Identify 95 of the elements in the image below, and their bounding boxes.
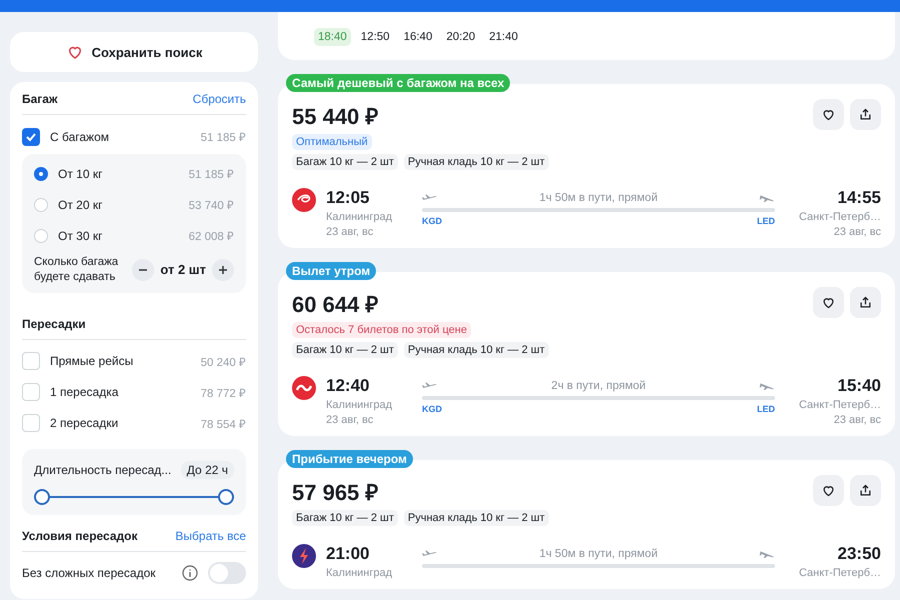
airport-code: LED (757, 216, 775, 226)
favorite-button[interactable] (813, 98, 844, 130)
ticket-badge: Прибытие вечером (286, 450, 413, 468)
baggage-tag: Багаж 10 кг — 2 шт (292, 510, 398, 526)
baggage-tag: Багаж 10 кг — 2 шт (292, 154, 398, 170)
baggage-count-label: Сколько багажа будете сдавать (34, 255, 120, 285)
info-icon[interactable] (182, 565, 198, 582)
airline-logo-icon (292, 188, 316, 212)
departure-time-option[interactable]: 20:20 (442, 28, 480, 46)
departure-time: 12:40 (326, 376, 370, 396)
departure-time: 12:05 (326, 188, 370, 208)
radio-button[interactable] (34, 166, 48, 180)
ticket-badge: Самый дешевый с багажом на всех (286, 74, 510, 92)
share-icon (858, 482, 873, 498)
favorite-button[interactable] (813, 286, 844, 318)
checkmark-icon (25, 130, 37, 142)
share-icon (858, 294, 873, 310)
departure-time-option[interactable]: 12:50 (356, 28, 394, 46)
arrival-city: Санкт-Петерб… (798, 567, 881, 579)
baggage-count: от 2 шт (160, 262, 206, 278)
share-icon (858, 106, 873, 122)
departure-time-option[interactable]: 21:40 (485, 28, 522, 46)
favorite-button[interactable] (813, 474, 844, 506)
section-title: Условия пересадок (22, 528, 138, 543)
arrival-time: 23:50 (838, 544, 881, 564)
save-search-button[interactable]: Сохранить поиск (10, 32, 258, 72)
share-button[interactable] (850, 286, 881, 318)
toggle-switch[interactable] (208, 562, 246, 584)
flight-duration: 1ч 50м в пути, прямой (539, 192, 658, 204)
airport-code: LED (757, 404, 775, 414)
departure-date: 23 авг, вс (326, 414, 374, 426)
airline-logo-icon (292, 544, 316, 568)
airport-code: KGD (422, 404, 442, 414)
plus-icon (217, 264, 229, 276)
option-label: 1 пересадка (50, 385, 120, 400)
option-label: 2 пересадки (50, 416, 120, 430)
airport-code: KGD (422, 216, 442, 226)
share-button[interactable] (850, 98, 881, 130)
plus-button[interactable] (212, 258, 234, 281)
baggage-tag: Багаж 10 кг — 2 шт (292, 342, 398, 358)
option-price: 78 554 ₽ (200, 418, 246, 431)
flight-duration: 1ч 50м в пути, прямой (539, 548, 658, 560)
ticket-price: 60 644 ₽ (292, 291, 378, 318)
departure-time: 21:00 (326, 544, 370, 564)
option-price: 51 185 ₽ (200, 131, 246, 144)
airline-logo-icon (292, 376, 316, 400)
reset-link[interactable]: Сбросить (192, 92, 246, 106)
minus-button[interactable] (132, 258, 154, 281)
select-all-link[interactable]: Выбрать все (175, 528, 246, 543)
option-label: С багажом (50, 130, 110, 144)
info-tag: Оптимальный (292, 134, 372, 150)
departure-date: 23 авг, вс (326, 226, 374, 238)
option-price: 51 185 ₽ (188, 168, 234, 181)
departure-time-option[interactable]: 16:40 (400, 28, 436, 46)
arrival-time: 14:55 (838, 188, 881, 208)
section-title: Пересадки (22, 316, 86, 331)
option-label: От 10 кг (58, 166, 104, 180)
plane-landing-icon (758, 194, 775, 202)
plane-landing-icon (759, 382, 775, 390)
slider-handle[interactable] (218, 488, 234, 505)
option-price: 50 240 ₽ (200, 356, 246, 369)
option-price: 78 772 ₽ (200, 386, 246, 400)
departure-city: Калининград (326, 211, 394, 223)
option-label: Без сложных пересадок (22, 566, 157, 580)
option-label: Прямые рейсы (50, 354, 134, 368)
duration-label: Длительность пересад... (34, 462, 172, 477)
arrival-date: 23 авг, вс (834, 414, 881, 426)
option-label: От 20 кг (58, 198, 104, 212)
plane-takeoff-icon (422, 550, 438, 558)
plane-takeoff-icon (422, 382, 438, 390)
arrival-time: 15:40 (838, 376, 881, 396)
arrival-date: 23 авг, вс (834, 226, 881, 238)
option-price: 62 008 ₽ (188, 230, 234, 243)
baggage-tag: Ручная кладь 10 кг — 2 шт (404, 342, 549, 358)
section-title: Багаж (22, 92, 58, 106)
plane-takeoff-icon (422, 194, 438, 202)
arrival-city: Санкт-Петерб… (798, 211, 881, 223)
duration-value: До 22 ч (180, 460, 234, 479)
flight-duration: 2ч в пути, прямой (551, 380, 646, 392)
ticket-price: 57 965 ₽ (292, 479, 378, 506)
option-label: От 30 кг (58, 228, 104, 242)
option-price: 53 740 ₽ (188, 199, 234, 212)
ticket-price: 55 440 ₽ (292, 103, 378, 130)
share-button[interactable] (850, 474, 881, 506)
baggage-tag: Ручная кладь 10 кг — 2 шт (404, 154, 549, 170)
ticket-badge: Вылет утром (286, 262, 376, 280)
warning-tag: Осталось 7 билетов по этой цене (292, 322, 471, 338)
arrival-city: Санкт-Петерб… (798, 399, 881, 411)
checkbox[interactable] (22, 128, 40, 146)
plane-landing-icon (758, 550, 775, 558)
departure-city: Калининград (326, 399, 394, 411)
slider-handle[interactable] (34, 488, 50, 505)
duration-slider[interactable] (34, 488, 234, 505)
departure-city: Калининград (326, 567, 394, 579)
baggage-tag: Ручная кладь 10 кг — 2 шт (404, 510, 549, 526)
